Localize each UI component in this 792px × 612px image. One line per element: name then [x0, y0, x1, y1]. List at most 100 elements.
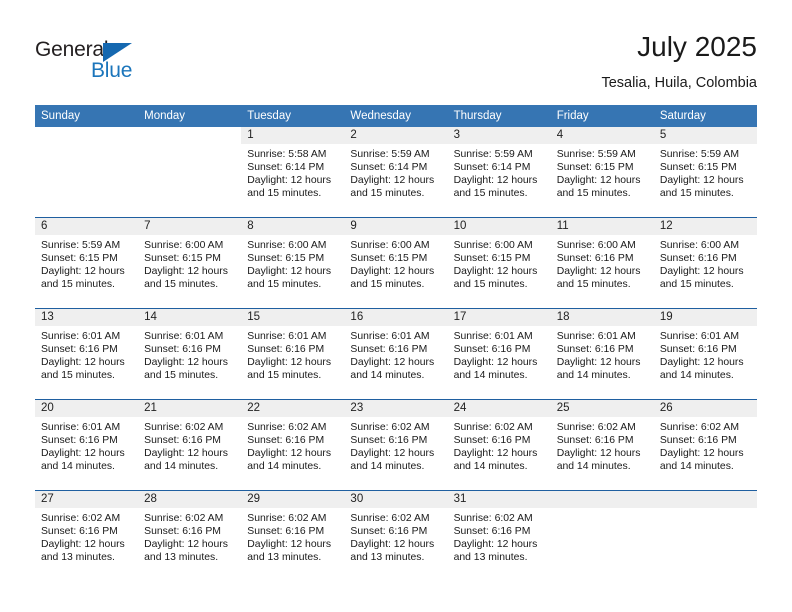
calendar-cell[interactable]: 1 Sunrise: 5:58 AM Sunset: 6:14 PM Daylight…	[241, 127, 345, 218]
day-cell: 21 Sunrise: 6:02 AM Sunset: 6:16 PM Dayligh…	[138, 400, 242, 490]
sunrise-text: Sunrise: 6:01 AM	[453, 331, 533, 342]
day-cell	[138, 127, 242, 217]
sunset-text: Sunset: 6:16 PM	[350, 435, 428, 447]
calendar-cell[interactable]: 22 Sunrise: 6:02 AM Sunset: 6:16 PM Dayligh…	[241, 399, 345, 491]
general-blue-logo: General Blue	[35, 38, 165, 86]
weekday-header-saturday: Saturday	[653, 105, 757, 127]
daylight-text: Daylight: 12 hours and 15 minutes.	[41, 266, 125, 291]
calendar-cell[interactable]	[653, 490, 757, 581]
sunrise-text: Sunrise: 5:58 AM	[247, 149, 327, 160]
calendar-cell[interactable]: 16 Sunrise: 6:01 AM Sunset: 6:16 PM Dayligh…	[344, 308, 448, 400]
day-cell: 29 Sunrise: 6:02 AM Sunset: 6:16 PM Dayligh…	[241, 491, 345, 581]
day-details: Sunrise: 6:00 AM Sunset: 6:15 PM Daylight:…	[138, 235, 241, 291]
day-number: 15	[241, 309, 345, 326]
calendar-cell[interactable]: 26 Sunrise: 6:02 AM Sunset: 6:16 PM Dayligh…	[653, 399, 757, 491]
daylight-text: Daylight: 12 hours and 13 minutes.	[453, 539, 538, 564]
daylight-text: Daylight: 12 hours and 14 minutes.	[350, 448, 435, 473]
sunset-text: Sunset: 6:15 PM	[247, 253, 325, 265]
day-number: 8	[241, 218, 345, 235]
day-cell: 27 Sunrise: 6:02 AM Sunset: 6:16 PM Dayligh…	[35, 491, 139, 581]
calendar-cell[interactable]: 27 Sunrise: 6:02 AM Sunset: 6:16 PM Dayligh…	[35, 490, 139, 581]
calendar-cell[interactable]: 9 Sunrise: 6:00 AM Sunset: 6:15 PM Daylight…	[344, 217, 448, 309]
calendar-cell[interactable]: 2 Sunrise: 5:59 AM Sunset: 6:14 PM Daylight…	[344, 127, 448, 218]
logo-text-blue: Blue	[91, 59, 133, 82]
day-cell: 25 Sunrise: 6:02 AM Sunset: 6:16 PM Dayligh…	[550, 400, 654, 490]
day-details: Sunrise: 6:00 AM Sunset: 6:16 PM Daylight:…	[551, 235, 654, 291]
calendar-cell[interactable]: 29 Sunrise: 6:02 AM Sunset: 6:16 PM Dayligh…	[241, 490, 345, 581]
weekday-header-wednesday: Wednesday	[344, 105, 448, 127]
sunset-text: Sunset: 6:16 PM	[247, 344, 325, 356]
daylight-text: Daylight: 12 hours and 15 minutes.	[556, 175, 641, 200]
calendar-cell[interactable]: 30 Sunrise: 6:02 AM Sunset: 6:16 PM Dayligh…	[344, 490, 448, 581]
day-number: 14	[138, 309, 242, 326]
calendar-cell[interactable]: 8 Sunrise: 6:00 AM Sunset: 6:15 PM Daylight…	[241, 217, 345, 309]
calendar-cell[interactable]: 18 Sunrise: 6:01 AM Sunset: 6:16 PM Dayligh…	[550, 308, 654, 400]
day-details: Sunrise: 6:02 AM Sunset: 6:16 PM Daylight:…	[138, 508, 241, 564]
calendar-cell[interactable]	[550, 490, 654, 581]
calendar-cell[interactable]: 5 Sunrise: 5:59 AM Sunset: 6:15 PM Daylight…	[653, 127, 757, 218]
sunset-text: Sunset: 6:15 PM	[350, 253, 428, 265]
day-number: 6	[35, 218, 139, 235]
daylight-text: Daylight: 12 hours and 15 minutes.	[144, 266, 228, 291]
day-number	[653, 491, 757, 508]
calendar-cell[interactable]: 7 Sunrise: 6:00 AM Sunset: 6:15 PM Daylight…	[138, 217, 242, 309]
calendar-cell[interactable]: 24 Sunrise: 6:02 AM Sunset: 6:16 PM Dayligh…	[447, 399, 551, 491]
calendar-cell[interactable]: 25 Sunrise: 6:02 AM Sunset: 6:16 PM Dayligh…	[550, 399, 654, 491]
sunset-text: Sunset: 6:16 PM	[41, 344, 118, 356]
day-number: 4	[550, 127, 654, 144]
daylight-text: Daylight: 12 hours and 14 minutes.	[659, 357, 744, 382]
calendar-cell[interactable]: 21 Sunrise: 6:02 AM Sunset: 6:16 PM Dayligh…	[138, 399, 242, 491]
sunset-text: Sunset: 6:16 PM	[453, 526, 531, 538]
calendar-cell[interactable]: 13 Sunrise: 6:01 AM Sunset: 6:16 PM Dayligh…	[35, 308, 139, 400]
calendar-cell[interactable]: 6 Sunrise: 5:59 AM Sunset: 6:15 PM Daylight…	[35, 217, 139, 309]
sunset-text: Sunset: 6:16 PM	[453, 435, 531, 447]
sunrise-text: Sunrise: 6:01 AM	[41, 331, 121, 342]
day-cell: 26 Sunrise: 6:02 AM Sunset: 6:16 PM Dayligh…	[653, 400, 757, 490]
daylight-text: Daylight: 12 hours and 15 minutes.	[659, 175, 744, 200]
sunrise-text: Sunrise: 6:02 AM	[350, 422, 430, 433]
calendar-cell[interactable]: 10 Sunrise: 6:00 AM Sunset: 6:15 PM Dayligh…	[447, 217, 551, 309]
sunrise-text: Sunrise: 5:59 AM	[41, 240, 121, 251]
day-details: Sunrise: 6:01 AM Sunset: 6:16 PM Daylight:…	[35, 326, 138, 382]
day-details: Sunrise: 6:02 AM Sunset: 6:16 PM Daylight:…	[344, 417, 447, 473]
calendar-cell[interactable]: 28 Sunrise: 6:02 AM Sunset: 6:16 PM Dayligh…	[138, 490, 242, 581]
calendar-cell[interactable]: 31 Sunrise: 6:02 AM Sunset: 6:16 PM Dayligh…	[447, 490, 551, 581]
day-details: Sunrise: 5:59 AM Sunset: 6:14 PM Daylight:…	[448, 144, 551, 200]
calendar-cell[interactable]: 20 Sunrise: 6:01 AM Sunset: 6:16 PM Dayligh…	[35, 399, 139, 491]
calendar-cell[interactable]: 3 Sunrise: 5:59 AM Sunset: 6:14 PM Daylight…	[447, 127, 551, 218]
calendar-cell[interactable]: 19 Sunrise: 6:01 AM Sunset: 6:16 PM Dayligh…	[653, 308, 757, 400]
day-number: 28	[138, 491, 242, 508]
page-subtitle: Tesalia, Huila, Colombia	[601, 75, 757, 91]
day-number: 31	[447, 491, 551, 508]
daylight-text: Daylight: 12 hours and 14 minutes.	[453, 448, 538, 473]
calendar-cell[interactable]: 17 Sunrise: 6:01 AM Sunset: 6:16 PM Dayligh…	[447, 308, 551, 400]
calendar-cell[interactable]: 15 Sunrise: 6:01 AM Sunset: 6:16 PM Dayligh…	[241, 308, 345, 400]
day-details: Sunrise: 5:59 AM Sunset: 6:15 PM Daylight:…	[35, 235, 138, 291]
calendar-week-row: 1 Sunrise: 5:58 AM Sunset: 6:14 PM Daylight…	[35, 127, 757, 218]
page-header: General Blue July 2025 Tesalia, Huila, C…	[0, 0, 792, 100]
daylight-text: Daylight: 12 hours and 15 minutes.	[350, 266, 435, 291]
sunrise-text: Sunrise: 6:01 AM	[144, 331, 224, 342]
calendar-cell[interactable]: 23 Sunrise: 6:02 AM Sunset: 6:16 PM Dayligh…	[344, 399, 448, 491]
calendar-cell[interactable]: 12 Sunrise: 6:00 AM Sunset: 6:16 PM Dayligh…	[653, 217, 757, 309]
day-details: Sunrise: 6:00 AM Sunset: 6:15 PM Daylight:…	[448, 235, 551, 291]
sunset-text: Sunset: 6:14 PM	[247, 162, 325, 174]
day-cell: 19 Sunrise: 6:01 AM Sunset: 6:16 PM Dayligh…	[653, 309, 757, 399]
weekday-header-friday: Friday	[550, 105, 654, 127]
day-cell: 16 Sunrise: 6:01 AM Sunset: 6:16 PM Dayligh…	[344, 309, 448, 399]
calendar-cell[interactable]	[35, 127, 139, 218]
calendar-cell[interactable]	[138, 127, 242, 218]
sunset-text: Sunset: 6:16 PM	[247, 435, 325, 447]
calendar-cell[interactable]: 11 Sunrise: 6:00 AM Sunset: 6:16 PM Dayligh…	[550, 217, 654, 309]
sunset-text: Sunset: 6:16 PM	[659, 344, 737, 356]
day-number: 5	[653, 127, 757, 144]
sunset-text: Sunset: 6:14 PM	[453, 162, 531, 174]
sunrise-text: Sunrise: 6:02 AM	[556, 422, 636, 433]
sunset-text: Sunset: 6:16 PM	[247, 526, 325, 538]
day-number: 17	[447, 309, 551, 326]
calendar-cell[interactable]: 14 Sunrise: 6:01 AM Sunset: 6:16 PM Dayligh…	[138, 308, 242, 400]
sunrise-text: Sunrise: 6:00 AM	[144, 240, 224, 251]
sunset-text: Sunset: 6:16 PM	[556, 435, 634, 447]
sunrise-text: Sunrise: 5:59 AM	[556, 149, 636, 160]
calendar-cell[interactable]: 4 Sunrise: 5:59 AM Sunset: 6:15 PM Daylight…	[550, 127, 654, 218]
